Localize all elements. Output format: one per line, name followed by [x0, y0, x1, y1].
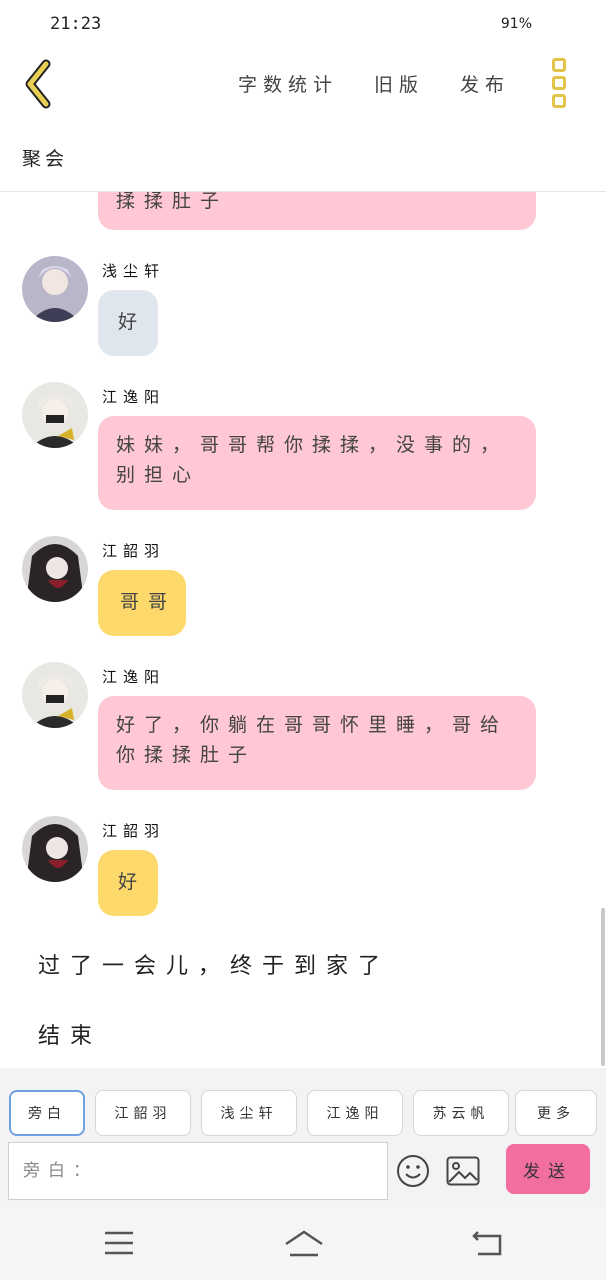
page-title: 聚会 [22, 148, 69, 170]
role-button[interactable]: 江逸阳 [307, 1090, 403, 1136]
message-bubble: 哥哥 [98, 570, 186, 636]
emoji-icon[interactable] [396, 1154, 430, 1188]
header: 字数统计 旧版 发布 聚会 [0, 48, 606, 192]
word-count-button[interactable]: 字数统计 [238, 70, 338, 97]
back-nav-icon[interactable] [472, 1230, 504, 1258]
avatar[interactable] [22, 536, 88, 602]
publish-button[interactable]: 发布 [460, 70, 510, 97]
system-nav-bar [0, 1208, 606, 1280]
sender-name: 江韶羽 [102, 542, 166, 560]
menu-icon[interactable] [104, 1230, 134, 1256]
sender-name: 浅尘轩 [102, 262, 166, 280]
status-bar: 21:23 91% [0, 0, 606, 48]
narration-text: 结束 [38, 1024, 103, 1049]
role-button[interactable]: 苏云帆 [413, 1090, 509, 1136]
old-version-button[interactable]: 旧版 [374, 70, 424, 97]
avatar[interactable] [22, 816, 88, 882]
scrollbar[interactable] [601, 908, 605, 1066]
role-button-narrator[interactable]: 旁白 [9, 1090, 85, 1136]
sender-name: 江逸阳 [102, 668, 166, 686]
composer: 旁白 江韶羽 浅尘轩 江逸阳 苏云帆 更多 发送 [0, 1068, 606, 1208]
header-actions: 字数统计 旧版 发布 [238, 70, 510, 97]
back-icon [25, 59, 51, 109]
role-button[interactable]: 浅尘轩 [201, 1090, 297, 1136]
sender-name: 江韶羽 [102, 822, 166, 840]
send-button[interactable]: 发送 [506, 1144, 590, 1194]
status-time: 21:23 [50, 14, 102, 34]
chat-area[interactable]: 揉揉肚子 浅尘轩 好 江逸阳 妹妹，哥哥帮你揉揉，没事的，别担心 江韶羽 哥哥 … [0, 192, 606, 1068]
avatar[interactable] [22, 256, 88, 322]
image-icon[interactable] [446, 1156, 480, 1186]
sender-name: 江逸阳 [102, 388, 166, 406]
battery-level: 91% [500, 16, 532, 32]
message-bubble: 好 [98, 850, 158, 916]
message-bubble: 妹妹，哥哥帮你揉揉，没事的，别担心 [98, 416, 536, 510]
home-icon[interactable] [284, 1230, 324, 1258]
role-button[interactable]: 江韶羽 [95, 1090, 191, 1136]
message-bubble: 好了，你躺在哥哥怀里睡，哥给你揉揉肚子 [98, 696, 536, 790]
avatar[interactable] [22, 662, 88, 728]
back-button[interactable] [20, 58, 64, 110]
message-bubble: 好 [98, 290, 158, 356]
narration-text: 过了一会儿，终于到家了 [38, 954, 391, 979]
message-bubble: 揉揉肚子 [98, 192, 536, 230]
message-input[interactable] [9, 1143, 387, 1199]
more-roles-button[interactable]: 更多 [515, 1090, 597, 1136]
more-icon[interactable] [548, 58, 570, 108]
avatar[interactable] [22, 382, 88, 448]
message-input-box[interactable] [8, 1142, 388, 1200]
